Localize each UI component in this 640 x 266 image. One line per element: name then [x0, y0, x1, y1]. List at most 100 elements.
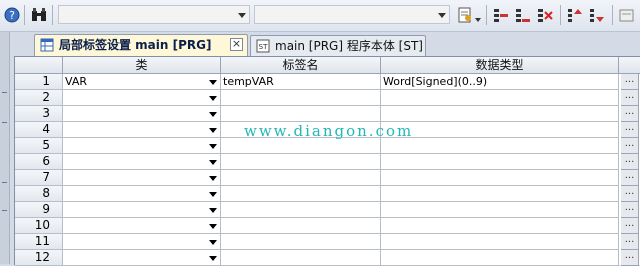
dropdown-arrow-icon[interactable]	[209, 256, 217, 261]
data-type-cell[interactable]	[381, 154, 619, 170]
label-name-cell[interactable]	[221, 170, 381, 186]
document-icon[interactable]	[456, 6, 474, 24]
insert-row-icon[interactable]	[492, 6, 510, 24]
search-combo[interactable]	[58, 5, 250, 24]
binoculars-icon[interactable]	[30, 6, 48, 24]
tab-label: main [PRG] 程序本体 [ST]	[275, 39, 423, 53]
svg-text:ST: ST	[259, 43, 268, 51]
table-row: 9...	[15, 202, 640, 218]
row-number[interactable]: 1	[15, 74, 63, 90]
ellipsis-button[interactable]: ...	[621, 170, 639, 186]
row-number[interactable]: 4	[15, 122, 63, 138]
class-cell[interactable]	[63, 218, 221, 234]
data-type-cell[interactable]	[381, 202, 619, 218]
class-cell[interactable]	[63, 90, 221, 106]
column-header-data-type[interactable]: 数据类型	[381, 57, 619, 74]
class-cell[interactable]	[63, 170, 221, 186]
data-type-cell[interactable]	[381, 186, 619, 202]
table-row: 11...	[15, 234, 640, 250]
row-number[interactable]: 5	[15, 138, 63, 154]
label-name-cell[interactable]: tempVAR	[221, 74, 381, 90]
row-number[interactable]: 9	[15, 202, 63, 218]
row-number[interactable]: 11	[15, 234, 63, 250]
class-cell[interactable]	[63, 234, 221, 250]
edit-icon[interactable]	[618, 6, 636, 24]
label-name-cell[interactable]	[221, 90, 381, 106]
st-program-icon: ST	[256, 39, 270, 53]
data-type-cell[interactable]: Word[Signed](0..9)	[381, 74, 619, 90]
table-row: 3...	[15, 106, 640, 122]
ellipsis-button[interactable]: ...	[621, 122, 639, 138]
dropdown-arrow-icon[interactable]	[209, 208, 217, 213]
ellipsis-button[interactable]: ...	[621, 90, 639, 106]
data-type-cell[interactable]	[381, 122, 619, 138]
class-cell[interactable]	[63, 106, 221, 122]
column-header-class[interactable]: 类	[63, 57, 221, 74]
class-cell[interactable]: VAR	[63, 74, 221, 90]
row-number[interactable]: 10	[15, 218, 63, 234]
table-row: 2...	[15, 90, 640, 106]
table-row: 1 VAR tempVAR Word[Signed](0..9)...	[15, 74, 640, 90]
help-icon[interactable]: ?	[3, 6, 21, 24]
data-type-cell[interactable]	[381, 90, 619, 106]
ellipsis-button[interactable]: ...	[621, 186, 639, 202]
class-cell[interactable]	[63, 154, 221, 170]
ellipsis-button[interactable]: ...	[621, 202, 639, 218]
column-header-label-name[interactable]: 标签名	[221, 57, 381, 74]
dropdown-arrow-icon[interactable]	[209, 176, 217, 181]
class-cell[interactable]	[63, 122, 221, 138]
ellipsis-button[interactable]: ...	[621, 154, 639, 170]
move-up-icon[interactable]	[566, 6, 584, 24]
label-name-cell[interactable]	[221, 202, 381, 218]
class-cell[interactable]	[63, 186, 221, 202]
table-row: 10...	[15, 218, 640, 234]
row-number[interactable]: 3	[15, 106, 63, 122]
dropdown-arrow-icon[interactable]	[209, 112, 217, 117]
row-number[interactable]: 7	[15, 170, 63, 186]
tab-local-label-setting[interactable]: 局部标签设置 main [PRG] ×	[34, 34, 248, 56]
data-type-cell[interactable]	[381, 138, 619, 154]
ellipsis-button[interactable]: ...	[621, 234, 639, 250]
dropdown-arrow-icon[interactable]	[209, 224, 217, 229]
ellipsis-button[interactable]: ...	[621, 138, 639, 154]
ellipsis-button[interactable]: ...	[621, 106, 639, 122]
close-icon[interactable]: ×	[230, 38, 243, 51]
ellipsis-button[interactable]: ...	[621, 74, 639, 90]
dropdown-arrow-icon[interactable]	[209, 160, 217, 165]
label-name-cell[interactable]	[221, 138, 381, 154]
label-name-cell[interactable]	[221, 186, 381, 202]
left-panel-strip	[0, 32, 10, 264]
label-name-cell[interactable]	[221, 218, 381, 234]
label-name-cell[interactable]	[221, 106, 381, 122]
dropdown-arrow-icon[interactable]	[209, 128, 217, 133]
dropdown-arrow-icon[interactable]	[474, 6, 482, 24]
tab-label: 局部标签设置 main [PRG]	[59, 38, 212, 52]
dropdown-arrow-icon[interactable]	[209, 144, 217, 149]
class-cell[interactable]	[63, 202, 221, 218]
ellipsis-button[interactable]: ...	[621, 218, 639, 234]
label-name-cell[interactable]	[221, 154, 381, 170]
move-down-icon[interactable]	[588, 6, 606, 24]
row-header-corner	[15, 57, 63, 74]
dropdown-arrow-icon[interactable]	[209, 192, 217, 197]
data-type-cell[interactable]	[381, 218, 619, 234]
delete-row-icon[interactable]	[536, 6, 554, 24]
label-name-cell[interactable]	[221, 234, 381, 250]
add-row-icon[interactable]	[514, 6, 532, 24]
row-number[interactable]: 2	[15, 90, 63, 106]
tab-program-body[interactable]: ST main [PRG] 程序本体 [ST]	[250, 35, 426, 56]
data-type-cell[interactable]	[381, 170, 619, 186]
row-number[interactable]: 8	[15, 186, 63, 202]
watermark: www.diangon.com	[244, 122, 414, 140]
label-table-icon	[40, 38, 54, 52]
target-combo[interactable]	[254, 5, 450, 24]
dropdown-arrow-icon[interactable]	[209, 80, 217, 85]
class-cell[interactable]	[63, 138, 221, 154]
row-number[interactable]: 6	[15, 154, 63, 170]
dropdown-arrow-icon[interactable]	[209, 240, 217, 245]
data-type-cell[interactable]	[381, 106, 619, 122]
dropdown-arrow-icon[interactable]	[209, 96, 217, 101]
toolbar: ?	[0, 0, 640, 32]
data-type-cell[interactable]	[381, 234, 619, 250]
table-row: 6...	[15, 154, 640, 170]
